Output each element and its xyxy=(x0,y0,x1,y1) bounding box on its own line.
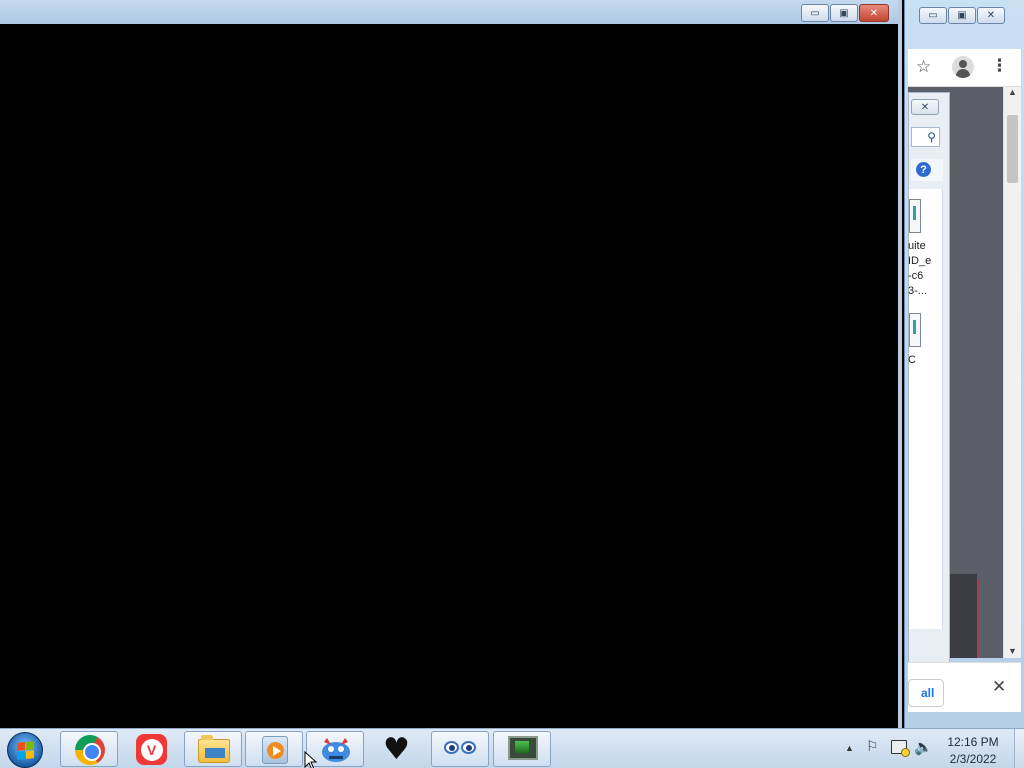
minimize-button[interactable]: ▭ xyxy=(801,4,829,22)
scroll-thumb[interactable] xyxy=(1007,115,1018,183)
window-content-area[interactable] xyxy=(0,24,898,728)
vivaldi-icon: V xyxy=(136,734,167,765)
heart-icon: ♥ xyxy=(383,732,410,767)
chrome-icon xyxy=(75,735,105,765)
taskbar-app-chrome[interactable] xyxy=(60,731,118,767)
taskbar-app-monitor[interactable] xyxy=(493,731,551,767)
explorer-panel: ✕ ⚲ ? uite ID_e -c6 3-... C xyxy=(908,92,950,696)
content-dark-block xyxy=(950,574,977,658)
monitor-icon xyxy=(508,736,538,760)
close-button[interactable]: ✕ xyxy=(859,4,889,22)
clock-time: 12:16 PM xyxy=(947,735,999,749)
taskbar-app-explorer[interactable] xyxy=(184,731,242,767)
panel-close-button[interactable]: ✕ xyxy=(911,99,939,115)
eyes-icon xyxy=(444,741,476,754)
minimize-button[interactable]: ▭ xyxy=(919,7,947,24)
scroll-up-arrow-icon[interactable]: ▲ xyxy=(1008,87,1017,97)
file-label[interactable]: C xyxy=(908,353,916,368)
close-button[interactable]: ✕ xyxy=(977,7,1005,24)
taskbar-app-media-player[interactable] xyxy=(245,731,303,767)
media-player-icon xyxy=(262,736,288,764)
show-all-button[interactable]: all xyxy=(908,679,944,707)
clock-date: 2/3/2022 xyxy=(949,752,997,766)
maximize-button[interactable]: ▣ xyxy=(830,4,858,22)
window-caption-buttons: ▭ ▣ ✕ xyxy=(801,4,889,22)
show-hidden-icons-arrow-icon[interactable]: ▲ xyxy=(845,743,854,753)
file-icon[interactable] xyxy=(909,313,921,347)
start-button[interactable] xyxy=(7,732,43,768)
background-window-caption-buttons: ▭ ▣ ✕ xyxy=(919,7,1005,24)
game-character-icon xyxy=(322,738,350,762)
network-icon[interactable] xyxy=(891,740,910,757)
profile-avatar-icon[interactable] xyxy=(952,56,974,78)
scroll-down-arrow-icon[interactable]: ▼ xyxy=(1008,646,1017,656)
show-desktop-button[interactable] xyxy=(1014,729,1024,768)
panel-help-area: ? xyxy=(911,159,943,181)
download-bar: all ✕ xyxy=(908,662,1021,712)
download-bar-close-icon[interactable]: ✕ xyxy=(992,677,1006,697)
windows-logo-icon xyxy=(17,741,34,760)
taskbar: V ♥ ▲ ⚐ 🔈 12:16 PM 2/3/2022 xyxy=(0,728,1024,768)
panel-search-box[interactable]: ⚲ xyxy=(911,127,940,147)
maximize-button[interactable]: ▣ xyxy=(948,7,976,24)
file-icon[interactable] xyxy=(909,199,921,233)
system-clock[interactable]: 12:16 PM 2/3/2022 xyxy=(940,734,1006,768)
folder-icon xyxy=(198,735,230,763)
vertical-scrollbar[interactable]: ▲ ▼ xyxy=(1003,87,1021,658)
help-icon[interactable]: ? xyxy=(916,162,931,177)
menu-kebab-icon[interactable]: ⋮ xyxy=(991,56,1008,76)
bookmark-star-icon[interactable]: ☆ xyxy=(916,57,931,77)
action-center-flag-icon[interactable]: ⚐ xyxy=(866,739,879,755)
content-red-strip xyxy=(977,580,980,658)
taskbar-app-eyes[interactable] xyxy=(431,731,489,767)
foreground-window: ▭ ▣ ✕ xyxy=(0,0,902,728)
file-list: uite ID_e -c6 3-... C xyxy=(908,189,943,629)
taskbar-app-heart[interactable]: ♥ xyxy=(369,731,427,767)
background-browser-window: ▭ ▣ ✕ ☆ ⋮ ▲ ▼ ✕ ⚲ ? uite ID_e -c6 3-... … xyxy=(904,0,1024,728)
file-label[interactable]: uite ID_e -c6 3-... xyxy=(908,239,931,299)
volume-icon[interactable]: 🔈 xyxy=(914,738,933,756)
search-icon: ⚲ xyxy=(927,130,936,144)
taskbar-app-vivaldi[interactable]: V xyxy=(121,731,179,767)
browser-toolbar: ☆ ⋮ xyxy=(908,49,1021,87)
window-titlebar[interactable]: ▭ ▣ ✕ xyxy=(0,0,898,24)
